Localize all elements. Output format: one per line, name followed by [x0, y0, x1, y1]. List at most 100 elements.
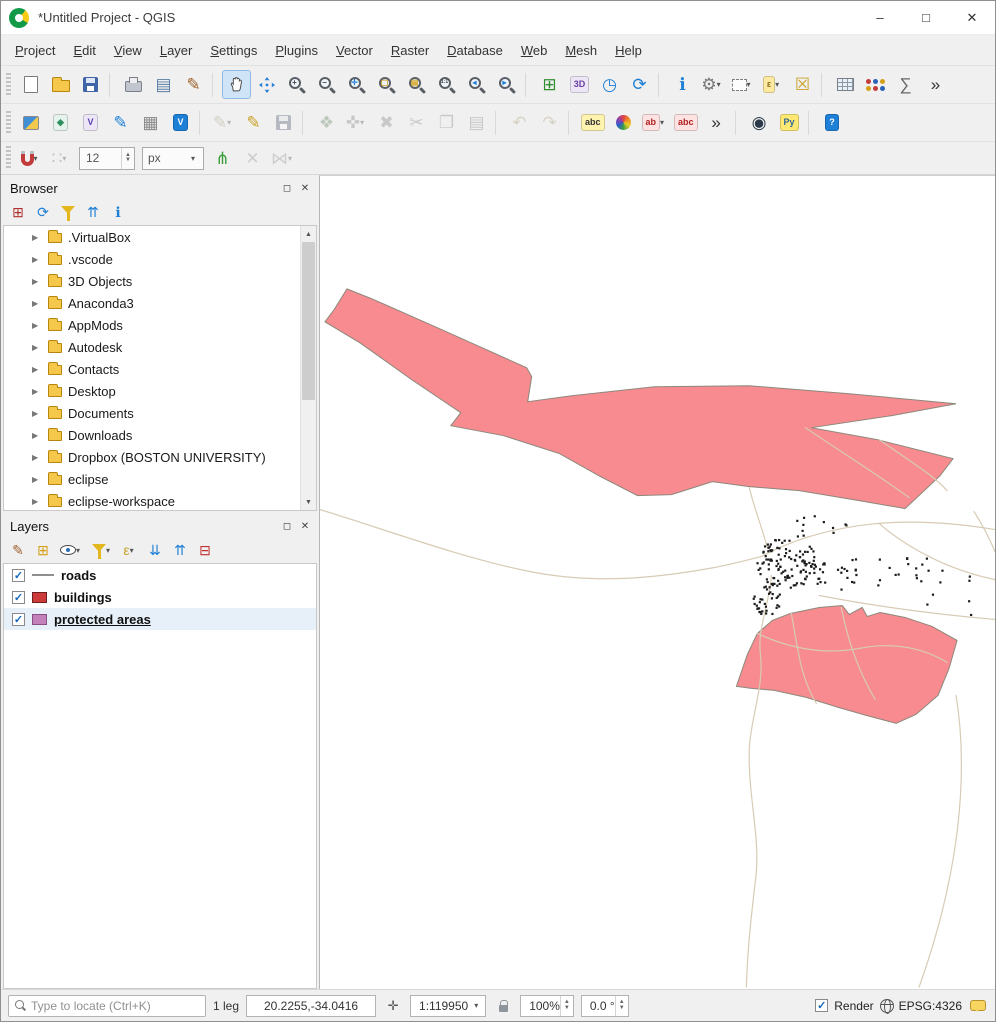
extents-toggle-icon[interactable]: ✛ [383, 995, 403, 1017]
maximize-button[interactable]: □ [903, 1, 949, 35]
properties-widget[interactable]: ℹ [107, 201, 129, 223]
coordinate-input[interactable] [247, 999, 375, 1013]
toolbar-grip[interactable] [6, 111, 11, 135]
toolbar-grip[interactable] [6, 73, 11, 97]
new-virtual-layer[interactable]: V [166, 108, 195, 137]
spin-arrows-icon[interactable]: ▲▼ [560, 996, 573, 1016]
rotation-spin[interactable]: 0.0 ° ▲▼ [581, 995, 629, 1017]
current-edits[interactable]: ✎ [209, 108, 238, 137]
expand-arrow-icon[interactable] [32, 497, 42, 506]
add-feature[interactable]: ❖ [312, 108, 341, 137]
new-temporary-scratch-layer[interactable]: ▦ [136, 108, 165, 137]
open-project[interactable] [46, 70, 75, 99]
browser-item-downloads[interactable]: Downloads [4, 424, 316, 446]
browser-item-eclipse-workspace[interactable]: eclipse-workspace [4, 490, 316, 511]
snapping-on-intersection[interactable]: ✕ [238, 144, 267, 173]
menu-mesh[interactable]: Mesh [556, 38, 606, 63]
map-canvas[interactable] [319, 175, 995, 989]
snapping-type[interactable]: ∷ [46, 144, 75, 173]
add-selected-layers[interactable]: ⊞ [7, 201, 29, 223]
zoom-next[interactable]: ▸ [492, 70, 521, 99]
select-features[interactable] [728, 70, 757, 99]
browser-close-button[interactable]: ✕ [297, 180, 313, 196]
layer-item-roads[interactable]: roads [4, 564, 316, 586]
layer-item-protected-areas[interactable]: protected areas [4, 608, 316, 630]
browser-item-anaconda3[interactable]: Anaconda3 [4, 292, 316, 314]
browser-item-3d-objects[interactable]: 3D Objects [4, 270, 316, 292]
expand-arrow-icon[interactable] [32, 233, 42, 242]
menu-web[interactable]: Web [512, 38, 557, 63]
expand-arrow-icon[interactable] [32, 365, 42, 374]
browser-item-eclipse[interactable]: eclipse [4, 468, 316, 490]
toolbar-grip[interactable] [6, 146, 11, 170]
new-shapefile-layer[interactable]: V [76, 108, 105, 137]
toolbar-overflow-2[interactable]: » [702, 108, 731, 137]
render-checkbox[interactable] [815, 999, 828, 1012]
crs-indicator[interactable]: EPSG:4326 [880, 999, 962, 1013]
add-group[interactable]: ⊞ [32, 539, 54, 561]
run-feature-action[interactable]: ⚙ [698, 70, 727, 99]
show-layout-manager[interactable]: ▤ [149, 70, 178, 99]
python-console[interactable]: Py [775, 108, 804, 137]
layer-visibility-checkbox[interactable] [12, 569, 25, 582]
expand-arrow-icon[interactable] [32, 343, 42, 352]
browser-item-virtualbox[interactable]: .VirtualBox [4, 226, 316, 248]
browser-item-desktop[interactable]: Desktop [4, 380, 316, 402]
menu-help[interactable]: Help [606, 38, 651, 63]
new-project[interactable] [16, 70, 45, 99]
scroll-up-icon[interactable]: ▲ [301, 226, 316, 242]
spin-arrows-icon[interactable]: ▲▼ [121, 148, 134, 169]
data-source-manager[interactable] [16, 108, 45, 137]
vertex-tool[interactable]: ✜ [342, 108, 371, 137]
new-geopackage-layer[interactable]: ◆ [46, 108, 75, 137]
lock-scale-icon[interactable] [493, 995, 513, 1017]
collapse-all-layers[interactable]: ⇈ [169, 539, 191, 561]
identify-features[interactable]: ℹ [668, 70, 697, 99]
messages-button[interactable] [968, 995, 988, 1017]
new-3d-map-view[interactable]: 3D [565, 70, 594, 99]
menu-settings[interactable]: Settings [201, 38, 266, 63]
expand-arrow-icon[interactable] [32, 321, 42, 330]
browser-item-autodesk[interactable]: Autodesk [4, 336, 316, 358]
expand-arrow-icon[interactable] [32, 475, 42, 484]
enable-snapping[interactable] [16, 144, 45, 173]
new-spatialite-layer[interactable]: ✎ [106, 108, 135, 137]
refresh-browser[interactable]: ⟳ [32, 201, 54, 223]
toolbar-overflow[interactable]: » [921, 70, 950, 99]
snapping-units-combo[interactable]: px [142, 147, 204, 170]
magnifier-spin[interactable]: 100% ▲▼ [520, 995, 574, 1017]
expand-arrow-icon[interactable] [32, 387, 42, 396]
zoom-in[interactable]: + [282, 70, 311, 99]
delete-selected[interactable]: ✖ [372, 108, 401, 137]
zoom-last[interactable]: ◂ [462, 70, 491, 99]
zoom-native[interactable]: 1:1 [432, 70, 461, 99]
undo[interactable]: ↶ [505, 108, 534, 137]
new-map-view[interactable]: ⊞ [535, 70, 564, 99]
menu-project[interactable]: Project [6, 38, 64, 63]
zoom-out[interactable]: − [312, 70, 341, 99]
refresh-map[interactable]: ⟳ [625, 70, 654, 99]
style-manager[interactable]: ✎ [179, 70, 208, 99]
filter-legend[interactable] [89, 539, 116, 561]
browser-item-documents[interactable]: Documents [4, 402, 316, 424]
layer-labeling-options[interactable]: abc [578, 108, 608, 137]
layer-item-buildings[interactable]: buildings [4, 586, 316, 608]
layer-visibility-checkbox[interactable] [12, 591, 25, 604]
spin-arrows-icon[interactable]: ▲▼ [615, 996, 628, 1016]
browser-scrollbar[interactable]: ▲ ▼ [300, 226, 316, 510]
new-print-layout[interactable] [119, 70, 148, 99]
expand-arrow-icon[interactable] [32, 255, 42, 264]
browser-item-appmods[interactable]: AppMods [4, 314, 316, 336]
expand-arrow-icon[interactable] [32, 431, 42, 440]
expand-arrow-icon[interactable] [32, 453, 42, 462]
zoom-full[interactable]: ✛ [342, 70, 371, 99]
toggle-editing[interactable]: ✎ [239, 108, 268, 137]
menu-database[interactable]: Database [438, 38, 512, 63]
layers-float-button[interactable]: ◻ [279, 518, 295, 534]
browser-float-button[interactable]: ◻ [279, 180, 295, 196]
layer-visibility-checkbox[interactable] [12, 613, 25, 626]
menu-vector[interactable]: Vector [327, 38, 382, 63]
expand-arrow-icon[interactable] [32, 277, 42, 286]
locate-input[interactable] [31, 999, 199, 1013]
filter-browser[interactable] [57, 201, 79, 223]
